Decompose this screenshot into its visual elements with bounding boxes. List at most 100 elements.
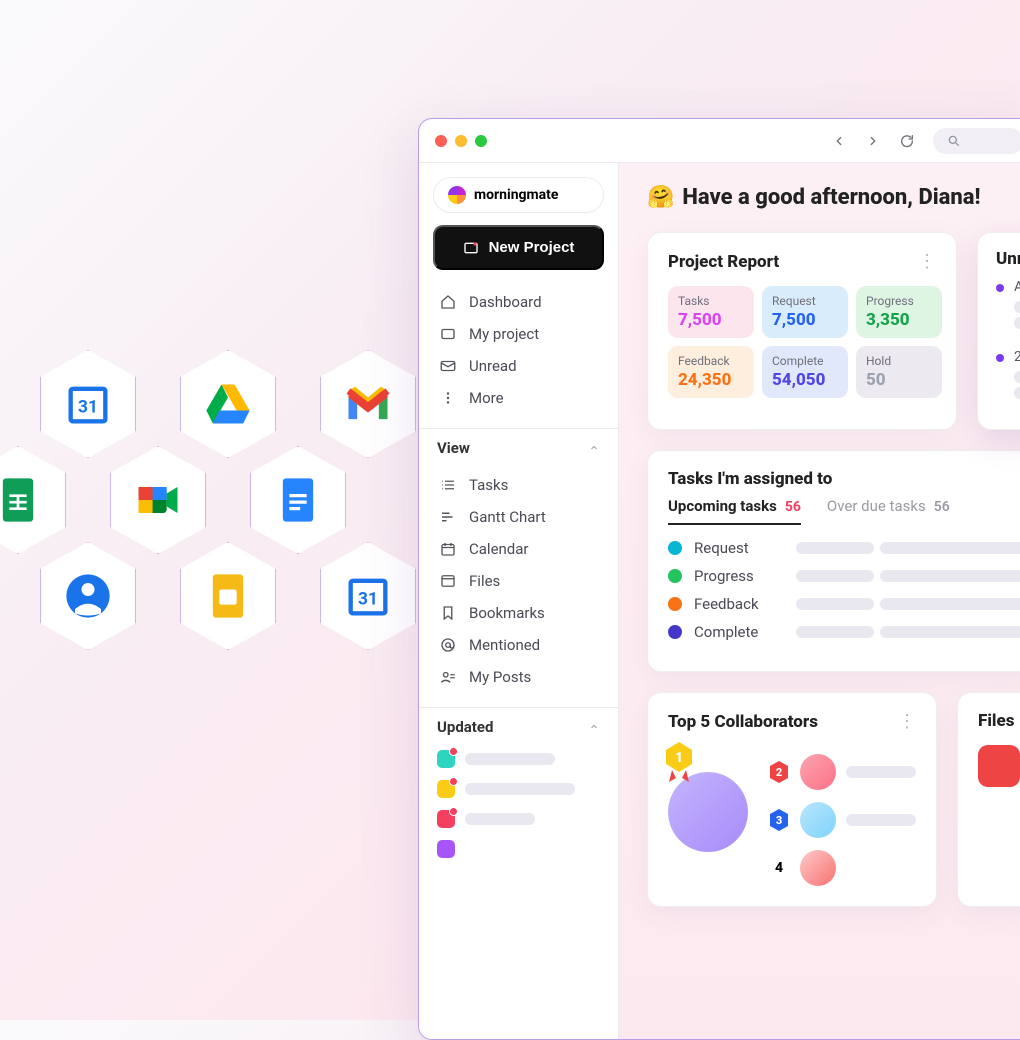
card-icon <box>439 325 457 343</box>
view-my-posts[interactable]: My Posts <box>435 661 602 693</box>
report-tile[interactable]: Tasks7,500 <box>668 286 754 338</box>
task-row[interactable]: Feedback <box>668 595 1020 613</box>
report-tile[interactable]: Feedback 24,350 <box>668 346 754 398</box>
tile-label: Complete <box>772 354 838 368</box>
assigned-card: Tasks I'm assigned to Upcoming tasks 56 … <box>647 450 1020 672</box>
view-tasks[interactable]: Tasks <box>435 469 602 501</box>
tab-upcoming[interactable]: Upcoming tasks 56 <box>668 497 801 525</box>
chevron-left-icon <box>832 134 846 148</box>
google-contacts-icon <box>62 570 114 622</box>
nav-my-project[interactable]: My project <box>435 318 602 350</box>
tile-label: Tasks <box>678 294 744 308</box>
nav-dashboard[interactable]: Dashboard <box>435 286 602 318</box>
view-files[interactable]: Files <box>435 565 602 597</box>
report-tile[interactable]: Hold50 <box>856 346 942 398</box>
tile-label: Progress <box>866 294 932 308</box>
view-nav: Tasks Gantt Chart Calendar Files Bookmar… <box>419 467 618 707</box>
updated-list <box>419 746 618 862</box>
svg-text:31: 31 <box>358 590 378 610</box>
unread-card: Unrea A fe20 m <box>977 232 1020 430</box>
calendar-icon <box>439 540 457 558</box>
forward-button[interactable] <box>865 133 881 149</box>
updated-item[interactable] <box>437 810 600 828</box>
maximize-dot[interactable] <box>475 135 487 147</box>
chevron-right-icon <box>866 134 880 148</box>
updated-item[interactable] <box>437 780 600 798</box>
gantt-icon <box>439 508 457 526</box>
hex-google-docs <box>250 446 346 554</box>
tile-value: 7,500 <box>772 310 838 330</box>
skeleton-bar <box>1014 371 1020 383</box>
updated-section-header[interactable]: Updated <box>419 707 618 746</box>
unread-item[interactable]: 20 m <box>996 349 1020 399</box>
avatar <box>800 850 836 886</box>
hex-google-slides <box>180 542 276 650</box>
bullet-icon <box>996 354 1004 362</box>
brand-chip[interactable]: morningmate <box>433 177 604 213</box>
view-gantt[interactable]: Gantt Chart <box>435 501 602 533</box>
tile-value: 3,350 <box>866 310 932 330</box>
task-bar <box>796 626 1020 638</box>
updated-item[interactable] <box>437 750 600 768</box>
back-button[interactable] <box>831 133 847 149</box>
traffic-lights <box>435 135 487 147</box>
svg-text:3: 3 <box>776 814 782 827</box>
view-section-header[interactable]: View <box>419 428 618 467</box>
dots-icon <box>439 389 457 407</box>
updated-color-swatch <box>437 780 455 798</box>
home-icon <box>439 293 457 311</box>
report-tile[interactable]: Progress 3,350 <box>856 286 942 338</box>
greeting: 🤗 Have a good afternoon, Diana! <box>647 185 1020 210</box>
mail-icon <box>439 357 457 375</box>
skeleton-bar <box>846 814 916 826</box>
task-row[interactable]: Progress <box>668 567 1020 585</box>
close-dot[interactable] <box>435 135 447 147</box>
sidebar: morningmate New Project Dashboard My pro… <box>419 163 619 1039</box>
list-icon <box>439 476 457 494</box>
rank-number: 4 <box>768 860 790 876</box>
report-tile[interactable]: Request 7,500 <box>762 286 848 338</box>
task-row[interactable]: Request <box>668 539 1020 557</box>
updated-color-swatch <box>437 840 455 858</box>
skeleton-bar <box>465 753 555 765</box>
main-content: 🤗 Have a good afternoon, Diana! Project … <box>619 163 1020 1039</box>
chevron-up-icon <box>588 442 600 454</box>
new-project-button[interactable]: New Project <box>433 225 604 270</box>
tab-overdue[interactable]: Over due tasks 56 <box>827 497 950 525</box>
card-menu-button[interactable]: ⋮ <box>898 711 916 732</box>
collaborators-card: Top 5 Collaborators ⋮ 1 2 <box>647 692 937 907</box>
nav-more[interactable]: More <box>435 382 602 414</box>
view-bookmarks[interactable]: Bookmarks <box>435 597 602 629</box>
assigned-title: Tasks I'm assigned to <box>668 469 1020 489</box>
hex-google-calendar-2: 31 <box>320 542 416 650</box>
tile-label: Request <box>772 294 838 308</box>
skeleton-bar <box>465 783 575 795</box>
hex-google-contacts <box>40 542 136 650</box>
svg-text:31: 31 <box>78 398 98 418</box>
file-thumbnail[interactable] <box>978 745 1020 787</box>
updated-item[interactable] <box>437 840 600 858</box>
tile-value: 24,350 <box>678 370 744 390</box>
unread-item[interactable]: A fe <box>996 279 1020 329</box>
view-calendar[interactable]: Calendar <box>435 533 602 565</box>
nav-unread[interactable]: Unread <box>435 350 602 382</box>
assigned-tabs: Upcoming tasks 56 Over due tasks 56 <box>668 497 1020 525</box>
hex-google-sheets <box>0 446 66 554</box>
task-row[interactable]: Complete <box>668 623 1020 641</box>
task-bar <box>796 542 1020 554</box>
bookmark-icon <box>439 604 457 622</box>
files-title: Files <box>978 711 1014 731</box>
tile-label: Feedback <box>678 354 744 368</box>
reload-icon <box>899 133 915 149</box>
minimize-dot[interactable] <box>455 135 467 147</box>
reload-button[interactable] <box>899 133 915 149</box>
report-tile[interactable]: Complete54,050 <box>762 346 848 398</box>
google-drive-icon <box>202 378 254 430</box>
card-menu-button[interactable]: ⋮ <box>918 251 936 272</box>
chevron-up-icon <box>588 721 600 733</box>
hex-gmail <box>320 350 416 458</box>
view-mentioned[interactable]: Mentioned <box>435 629 602 661</box>
new-project-label: New Project <box>489 239 575 256</box>
address-search[interactable] <box>933 128 1020 154</box>
collaborator-rank-1: 1 <box>668 754 748 852</box>
